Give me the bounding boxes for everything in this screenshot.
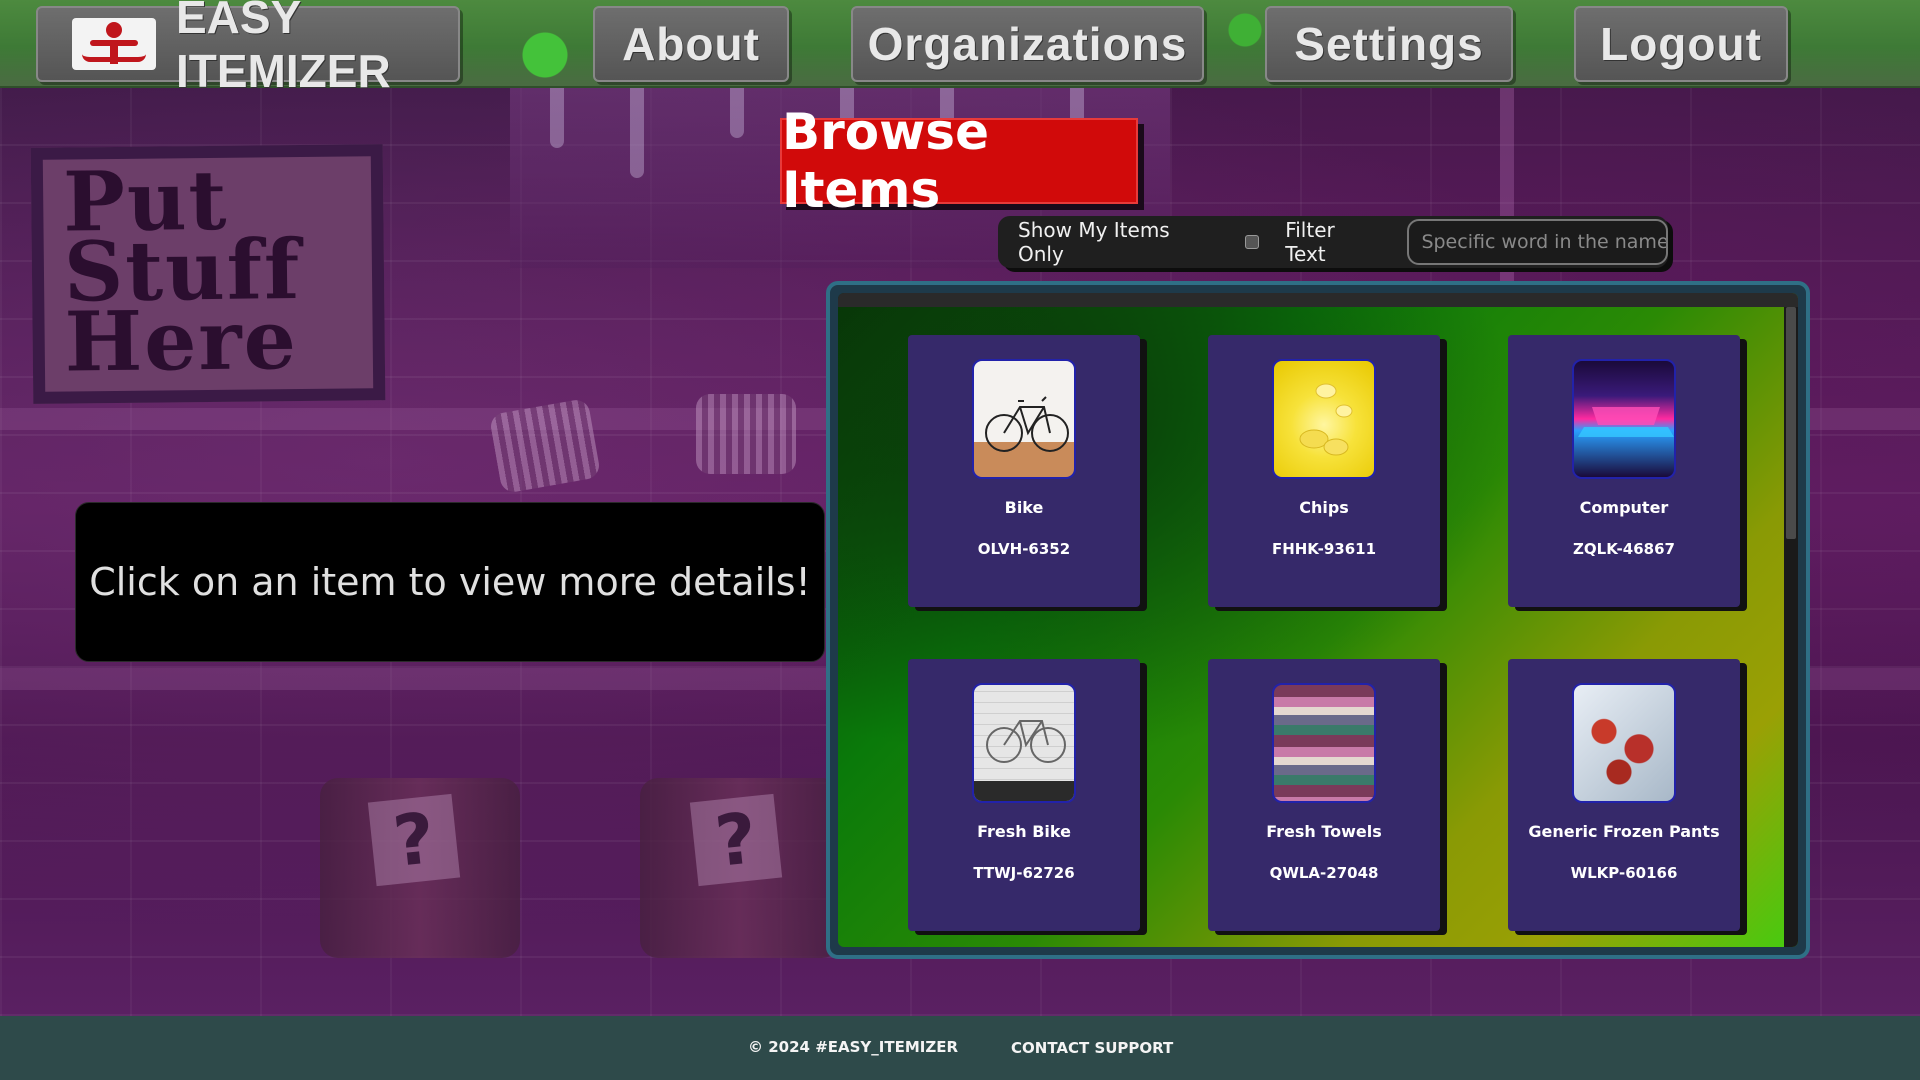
items-scrollbar-thumb[interactable] bbox=[1786, 307, 1796, 539]
info-message-box: Click on an item to view more details! bbox=[75, 502, 825, 662]
item-card-fresh-towels[interactable]: Fresh Towels QWLA-27048 bbox=[1208, 659, 1440, 931]
items-scrollbar[interactable] bbox=[1784, 307, 1798, 947]
item-name: Chips bbox=[1299, 498, 1349, 517]
footer-copyright: © 2024 #EASY_ITEMIZER bbox=[748, 1038, 959, 1056]
item-name: Generic Frozen Pants bbox=[1528, 822, 1720, 841]
item-code: FHHK-93611 bbox=[1271, 540, 1377, 558]
nav-settings-button[interactable]: Settings bbox=[1265, 6, 1513, 82]
item-card-computer[interactable]: Computer ZQLK-46867 bbox=[1508, 335, 1740, 607]
item-card-chips[interactable]: Chips FHHK-93611 bbox=[1208, 335, 1440, 607]
item-code: TTWJ-62726 bbox=[973, 864, 1075, 882]
filter-bar: Show My Items Only Filter Text bbox=[998, 216, 1668, 268]
bike-thumbnail bbox=[972, 359, 1076, 479]
laptop-thumbnail bbox=[1572, 359, 1676, 479]
top-nav: EASY ITEMIZER About Organizations Settin… bbox=[0, 0, 1920, 97]
show-my-items-label: Show My Items Only bbox=[1018, 218, 1170, 266]
show-my-items-checkbox[interactable] bbox=[1245, 235, 1260, 249]
fresh-bike-thumbnail bbox=[972, 683, 1076, 803]
nav-organizations-button[interactable]: Organizations bbox=[851, 6, 1204, 82]
nav-about-button[interactable]: About bbox=[593, 6, 789, 82]
item-card-fresh-bike[interactable]: Fresh Bike TTWJ-62726 bbox=[908, 659, 1140, 931]
info-message-text: Click on an item to view more details! bbox=[89, 560, 811, 604]
can-decoration bbox=[696, 394, 796, 474]
frozen-pants-thumbnail bbox=[1572, 683, 1676, 803]
item-code: OLVH-6352 bbox=[977, 540, 1071, 558]
contact-support-link[interactable]: CONTACT SUPPORT bbox=[1011, 1039, 1173, 1057]
brand-name: EASY ITEMIZER bbox=[176, 0, 391, 97]
item-code: ZQLK-46867 bbox=[1573, 540, 1675, 558]
item-card-bike[interactable]: Bike OLVH-6352 bbox=[908, 335, 1140, 607]
item-name: Fresh Towels bbox=[1266, 822, 1382, 841]
wall-sign-text: Put Stuff Here bbox=[62, 152, 302, 391]
item-name: Fresh Bike bbox=[977, 822, 1071, 841]
item-code: QWLA-27048 bbox=[1269, 864, 1379, 882]
question-mark-card: ? bbox=[689, 793, 783, 887]
item-code: WLKP-60166 bbox=[1570, 864, 1678, 882]
brand-home-button[interactable]: EASY ITEMIZER bbox=[36, 0, 460, 97]
items-panel-header-strip bbox=[838, 293, 1798, 307]
brand-logo-icon bbox=[72, 18, 156, 70]
item-card-generic-frozen-pants[interactable]: Generic Frozen Pants WLKP-60166 bbox=[1508, 659, 1740, 931]
footer: © 2024 #EASY_ITEMIZER CONTACT SUPPORT bbox=[0, 1016, 1920, 1080]
item-name: Bike bbox=[1004, 498, 1044, 517]
nav-logout-button[interactable]: Logout bbox=[1574, 6, 1788, 82]
filter-text-input[interactable] bbox=[1407, 219, 1668, 265]
items-grid: Bike OLVH-6352 Chips FHHK-93611 Computer… bbox=[838, 293, 1798, 947]
page-title: Browse Items bbox=[780, 103, 1138, 219]
items-panel: Bike OLVH-6352 Chips FHHK-93611 Computer… bbox=[826, 281, 1810, 959]
can-decoration bbox=[488, 397, 602, 495]
question-mark-card: ? bbox=[367, 793, 461, 887]
chips-thumbnail bbox=[1272, 359, 1376, 479]
towels-thumbnail bbox=[1272, 683, 1376, 803]
item-name: Computer bbox=[1579, 498, 1669, 517]
filter-text-label: Filter Text bbox=[1285, 218, 1335, 266]
wall-sign: Put Stuff Here bbox=[30, 144, 386, 404]
